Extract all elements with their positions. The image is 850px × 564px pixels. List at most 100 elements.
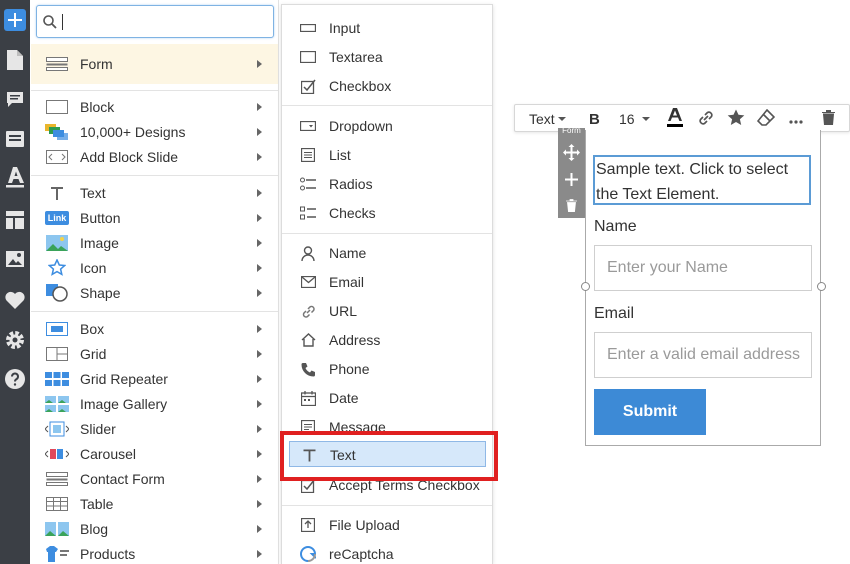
textarea-icon [299,49,317,65]
grid-repeater-icon [45,369,69,388]
menu-item-blog[interactable]: Blog [31,516,278,541]
menu-item-contact-form[interactable]: Contact Form [31,466,278,491]
blog-icon [45,519,69,538]
clear-format-button[interactable] [756,108,776,130]
gear-icon[interactable] [4,329,26,351]
resize-handle-right[interactable] [817,282,826,291]
bold-button[interactable]: B [589,108,600,130]
link-icon [299,303,317,319]
submenu-item-input[interactable]: Input [282,15,492,41]
table-icon [45,494,69,513]
name-input[interactable]: Enter your Name [594,245,812,291]
menu-item-image-gallery[interactable]: Image Gallery [31,391,278,416]
submenu-item-list[interactable]: List [282,142,492,168]
eraser-icon [756,108,776,130]
grid-icon [45,344,69,363]
search-icon [43,15,57,29]
font-color-button[interactable] [667,107,683,131]
submenu-item-address[interactable]: Address [282,327,492,353]
favorite-button[interactable] [727,108,745,130]
move-icon[interactable] [563,144,580,161]
submenu-item-label: Checkbox [329,78,392,94]
heart-icon[interactable] [4,289,26,311]
menu-item-label: Grid [80,345,107,362]
help-icon[interactable] [4,368,26,390]
menu-item-box[interactable]: Box [31,316,278,341]
submit-button[interactable]: Submit [594,389,706,435]
menu-item-grid[interactable]: Grid [31,341,278,366]
submenu-item-radios[interactable]: Radios [282,171,492,197]
submenu-item-checks[interactable]: Checks [282,200,492,226]
trash-icon[interactable] [563,197,580,214]
more-options-button[interactable] [789,108,803,130]
resize-handle-left[interactable] [581,282,590,291]
menu-item-shape[interactable]: Shape [31,280,278,305]
email-input[interactable]: Enter a valid email address [594,332,812,378]
star-icon [727,109,745,129]
page-icon[interactable] [4,49,26,71]
submenu-item-label: File Upload [329,517,400,533]
submenu-item-accept-terms-checkbox[interactable]: Accept Terms Checkbox [282,472,492,498]
phone-icon [299,361,317,377]
submenu-item-recaptcha[interactable]: reCaptcha [282,541,492,564]
divider [31,90,278,91]
submenu-item-message[interactable]: Message [282,414,492,440]
menu-item-grid-repeater[interactable]: Grid Repeater [31,366,278,391]
menu-item-designs[interactable]: 10,000+ Designs [31,119,278,144]
submenu-item-url[interactable]: URL [282,298,492,324]
menu-item-add-block-slide[interactable]: Add Block Slide [31,144,278,169]
block-icon[interactable] [4,128,26,150]
submenu-item-label: Checks [329,205,376,221]
submenu-item-phone[interactable]: Phone [282,356,492,382]
menu-item-carousel[interactable]: Carousel [31,441,278,466]
comment-icon[interactable] [4,89,26,111]
chevron-right-icon [257,214,262,222]
submenu-item-file-upload[interactable]: File Upload [282,512,492,538]
menu-item-slider[interactable]: Slider [31,416,278,441]
menu-item-icon[interactable]: Icon [31,255,278,280]
menu-item-label: Shape [80,284,121,301]
box-icon [45,319,69,338]
menu-item-block[interactable]: Block [31,94,278,119]
text-icon [300,447,318,463]
submenu-item-name[interactable]: Name [282,240,492,266]
user-icon [299,245,317,261]
chevron-right-icon [257,239,262,247]
menu-item-form[interactable]: Form [31,44,278,84]
menu-item-label: Icon [80,259,107,276]
font-color-icon [667,107,683,131]
products-icon [45,544,69,563]
layout-icon[interactable] [4,209,26,231]
dropdown-icon [299,118,317,134]
submenu-item-email[interactable]: Email [282,269,492,295]
submenu-item-textarea[interactable]: Textarea [282,44,492,70]
divider [282,233,492,234]
submenu-item-label: Text [330,447,356,463]
chevron-right-icon [257,289,262,297]
link-button[interactable] [697,108,715,130]
chevron-right-icon [257,375,262,383]
font-size-dropdown[interactable]: 16 [619,108,650,130]
submenu-item-label: URL [329,303,358,319]
menu-item-table[interactable]: Table [31,491,278,516]
submenu-item-label: Phone [329,361,370,377]
text-element-selected[interactable]: Sample text. Click to select the Text El… [593,155,811,205]
menu-item-image[interactable]: Image [31,230,278,255]
menu-item-button[interactable]: Link Button [31,205,278,230]
submenu-item-text[interactable]: Text [289,441,486,467]
submenu-item-checkbox[interactable]: Checkbox [282,73,492,99]
picture-icon [45,233,69,252]
delete-button[interactable] [822,108,835,130]
add-icon[interactable] [563,171,580,188]
text-style-icon[interactable] [4,167,26,189]
search-input[interactable] [65,11,265,33]
submenu-item-dropdown[interactable]: Dropdown [282,113,492,139]
add-icon[interactable] [4,9,26,31]
search-box[interactable] [36,5,274,38]
envelope-icon [299,274,317,290]
contact-form-icon [45,469,69,488]
image-icon[interactable] [4,248,26,270]
menu-item-products[interactable]: Products [31,541,278,564]
submenu-item-date[interactable]: Date [282,385,492,411]
menu-item-text[interactable]: Text [31,180,278,205]
